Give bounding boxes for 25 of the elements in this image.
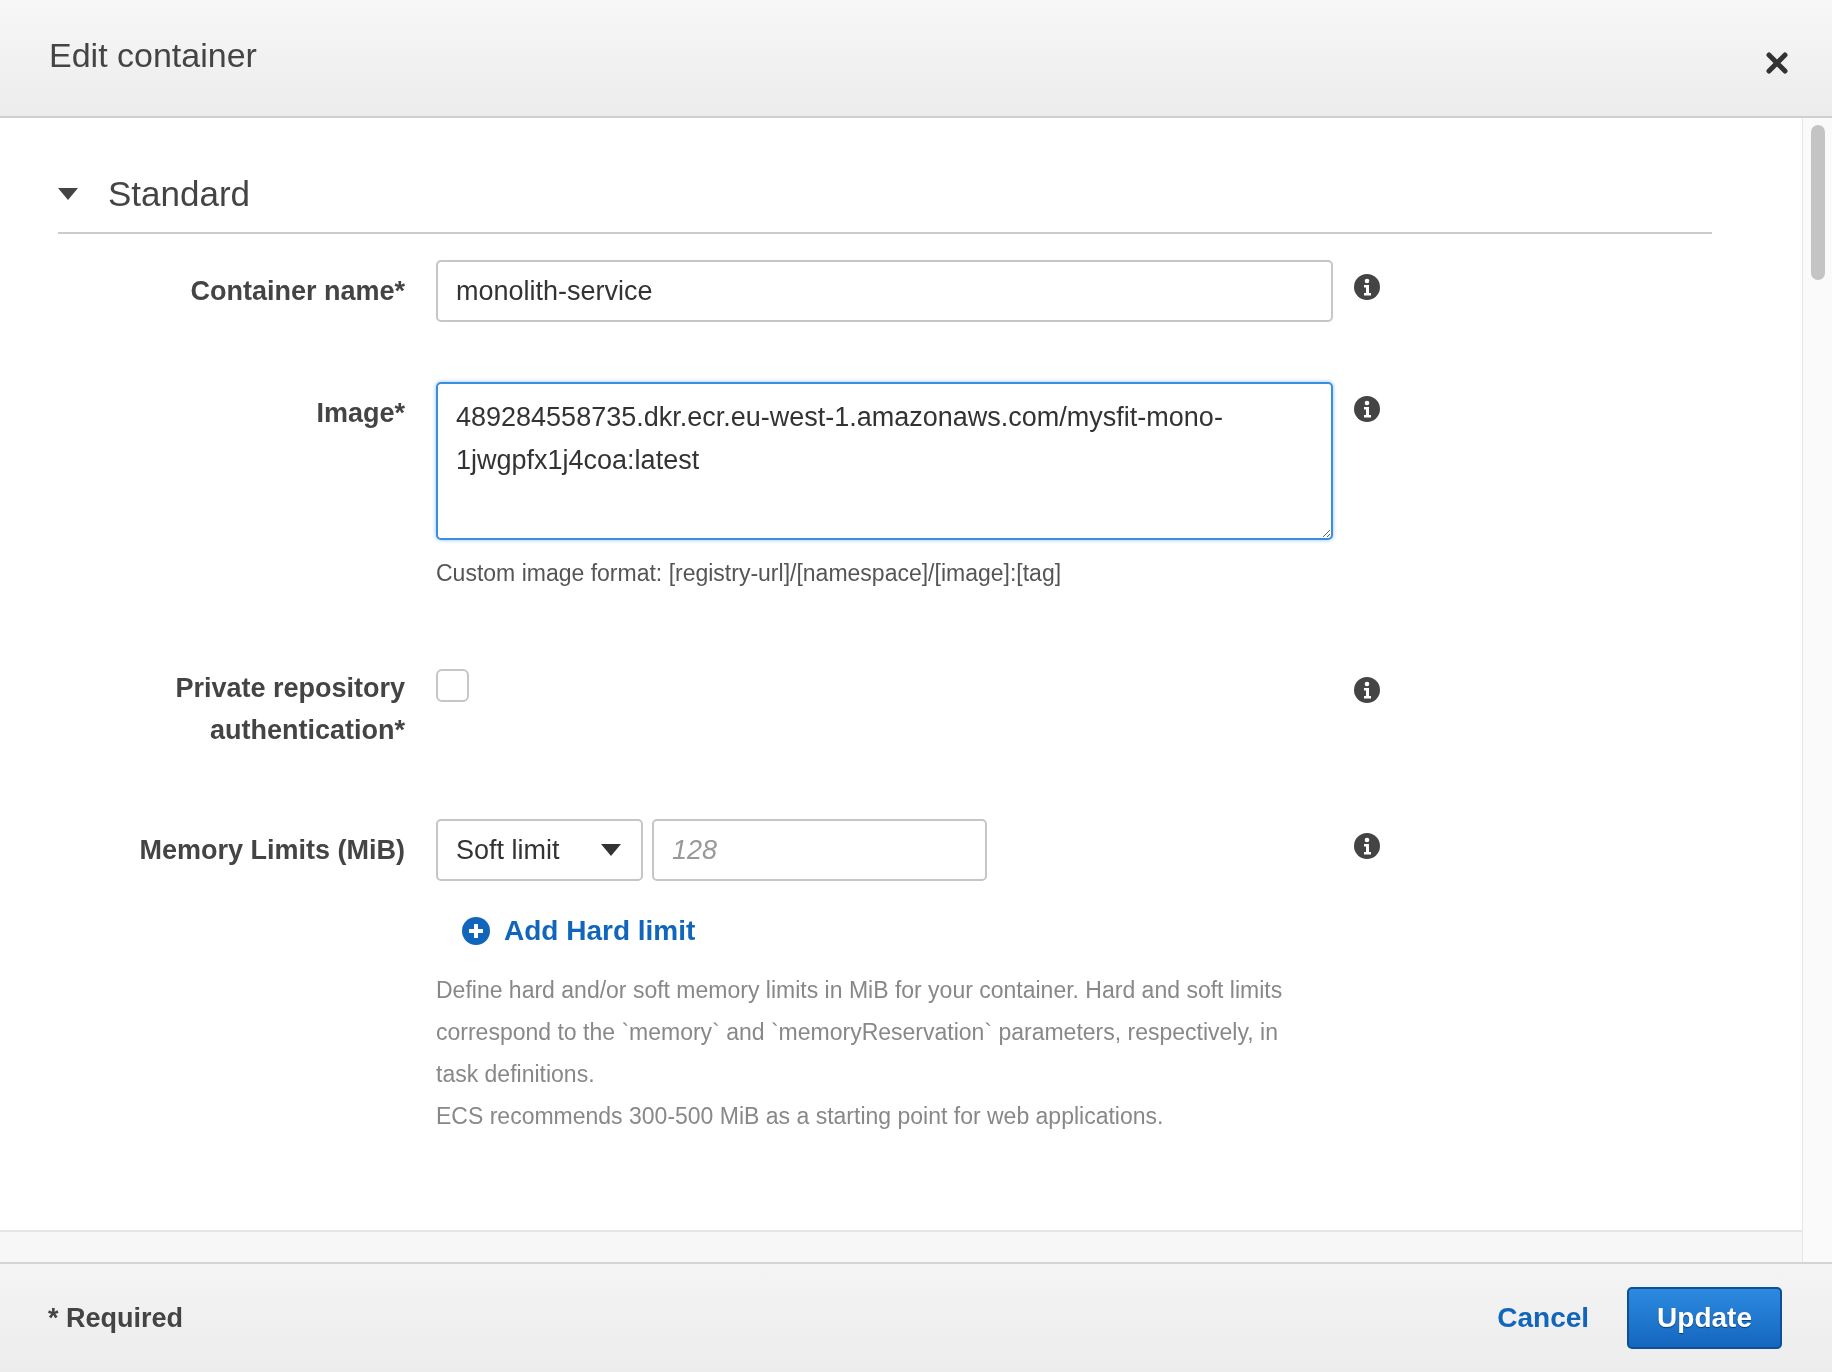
limit-select[interactable]: Soft limit [436, 819, 643, 881]
dialog-title: Edit container [49, 35, 257, 75]
field-label: Memory Limits (MiB) [138, 834, 405, 867]
text-field[interactable]: monolith-service [436, 260, 1333, 322]
plus-circle-icon [462, 917, 490, 945]
memory-field[interactable]: 128 [652, 819, 987, 881]
collapse-toggle[interactable] [58, 188, 78, 200]
info-icon[interactable] [1354, 677, 1380, 703]
add-hard-limit-link[interactable]: Add Hard limit [462, 915, 696, 947]
field-label: Container name* [189, 275, 405, 308]
required-note: * Required [48, 1302, 184, 1334]
field-label: Image* [315, 397, 405, 430]
field-label: Private repository authentication* [174, 672, 405, 747]
info-icon[interactable] [1354, 274, 1380, 300]
section-title: Standard [108, 174, 251, 214]
image-field[interactable]: 489284558735.dkr.ecr.eu-west-1.amazonaws.com/mysfit-mono-1jwgpfx1j4coa:latest [436, 382, 1333, 540]
help-text: Custom image format: [registry-url]/[namespace]/[image]:[tag] [436, 560, 1063, 587]
checkbox[interactable] [436, 669, 469, 702]
cancel-button[interactable]: Cancel [1497, 1302, 1590, 1334]
info-icon[interactable] [1354, 396, 1380, 422]
help-text: ECS recommends 300-500 MiB as a starting point for web applications. [436, 1102, 1165, 1131]
info-icon[interactable] [1354, 833, 1380, 859]
help-text: Define hard and/or soft memory limits in MiB for your container. Hard and soft limits correspond to the `memory` and `memoryReservation` parameters, respectively, in task definitions. [436, 976, 1284, 1089]
update-button[interactable]: Update [1627, 1287, 1782, 1349]
caret-icon [601, 844, 621, 856]
